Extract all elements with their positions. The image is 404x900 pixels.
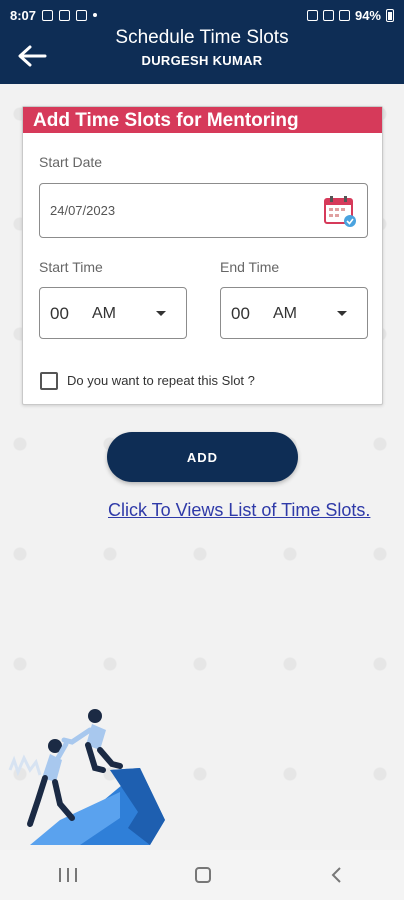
message-notification-icon — [76, 9, 88, 21]
user-name: DURGESH KUMAR — [141, 53, 263, 68]
dropdown-arrow-icon — [156, 311, 166, 316]
start-date-label: Start Date — [39, 154, 103, 170]
recent-apps-icon[interactable] — [59, 868, 77, 882]
battery-icon — [386, 8, 394, 22]
repeat-slot-checkbox[interactable] — [40, 372, 58, 390]
app-bar: Schedule Time Slots DURGESH KUMAR — [0, 27, 404, 84]
repeat-slot-label[interactable]: Do you want to repeat this Slot ? — [67, 373, 255, 388]
mail-notification-icon — [59, 9, 71, 21]
status-bar: 8:07 94% — [0, 0, 404, 30]
card-header: Add Time Slots for Mentoring — [23, 107, 382, 133]
gallery-notification-icon — [42, 9, 54, 21]
mentoring-illustration — [8, 709, 165, 845]
end-time-ampm: AM — [273, 305, 297, 322]
more-notifications-dot-icon — [93, 13, 98, 17]
view-time-slots-link[interactable]: Click To Views List of Time Slots. — [108, 500, 370, 521]
system-nav-bar — [0, 850, 404, 900]
home-icon[interactable] — [195, 867, 211, 883]
start-time-hour: 00 — [50, 304, 69, 323]
battery-percent: 94% — [354, 7, 381, 23]
end-time-select[interactable]: 00 AM — [220, 287, 368, 339]
arrow-left-icon — [18, 45, 47, 67]
end-time-hour: 00 — [231, 304, 250, 323]
end-time-label: End Time — [220, 259, 280, 275]
dropdown-arrow-icon — [337, 311, 347, 316]
start-date-field[interactable]: 24/07/2023 — [39, 183, 368, 238]
start-time-select[interactable]: 00 AM — [39, 287, 187, 339]
mute-icon — [306, 9, 318, 21]
start-time-ampm: AM — [92, 305, 116, 322]
wifi-icon — [322, 9, 334, 21]
start-date-value: 24/07/2023 — [50, 203, 116, 218]
status-time: 8:07 — [10, 7, 37, 23]
add-button[interactable]: ADD — [107, 432, 298, 482]
page-title: Schedule Time Slots — [115, 27, 289, 48]
signal-icon — [338, 9, 350, 21]
start-time-label: Start Time — [39, 259, 103, 275]
back-chevron-icon[interactable] — [329, 867, 345, 883]
add-time-slot-card: Add Time Slots for Mentoring Start Date … — [22, 106, 383, 405]
back-button[interactable] — [12, 38, 52, 74]
calendar-icon[interactable] — [323, 194, 357, 228]
